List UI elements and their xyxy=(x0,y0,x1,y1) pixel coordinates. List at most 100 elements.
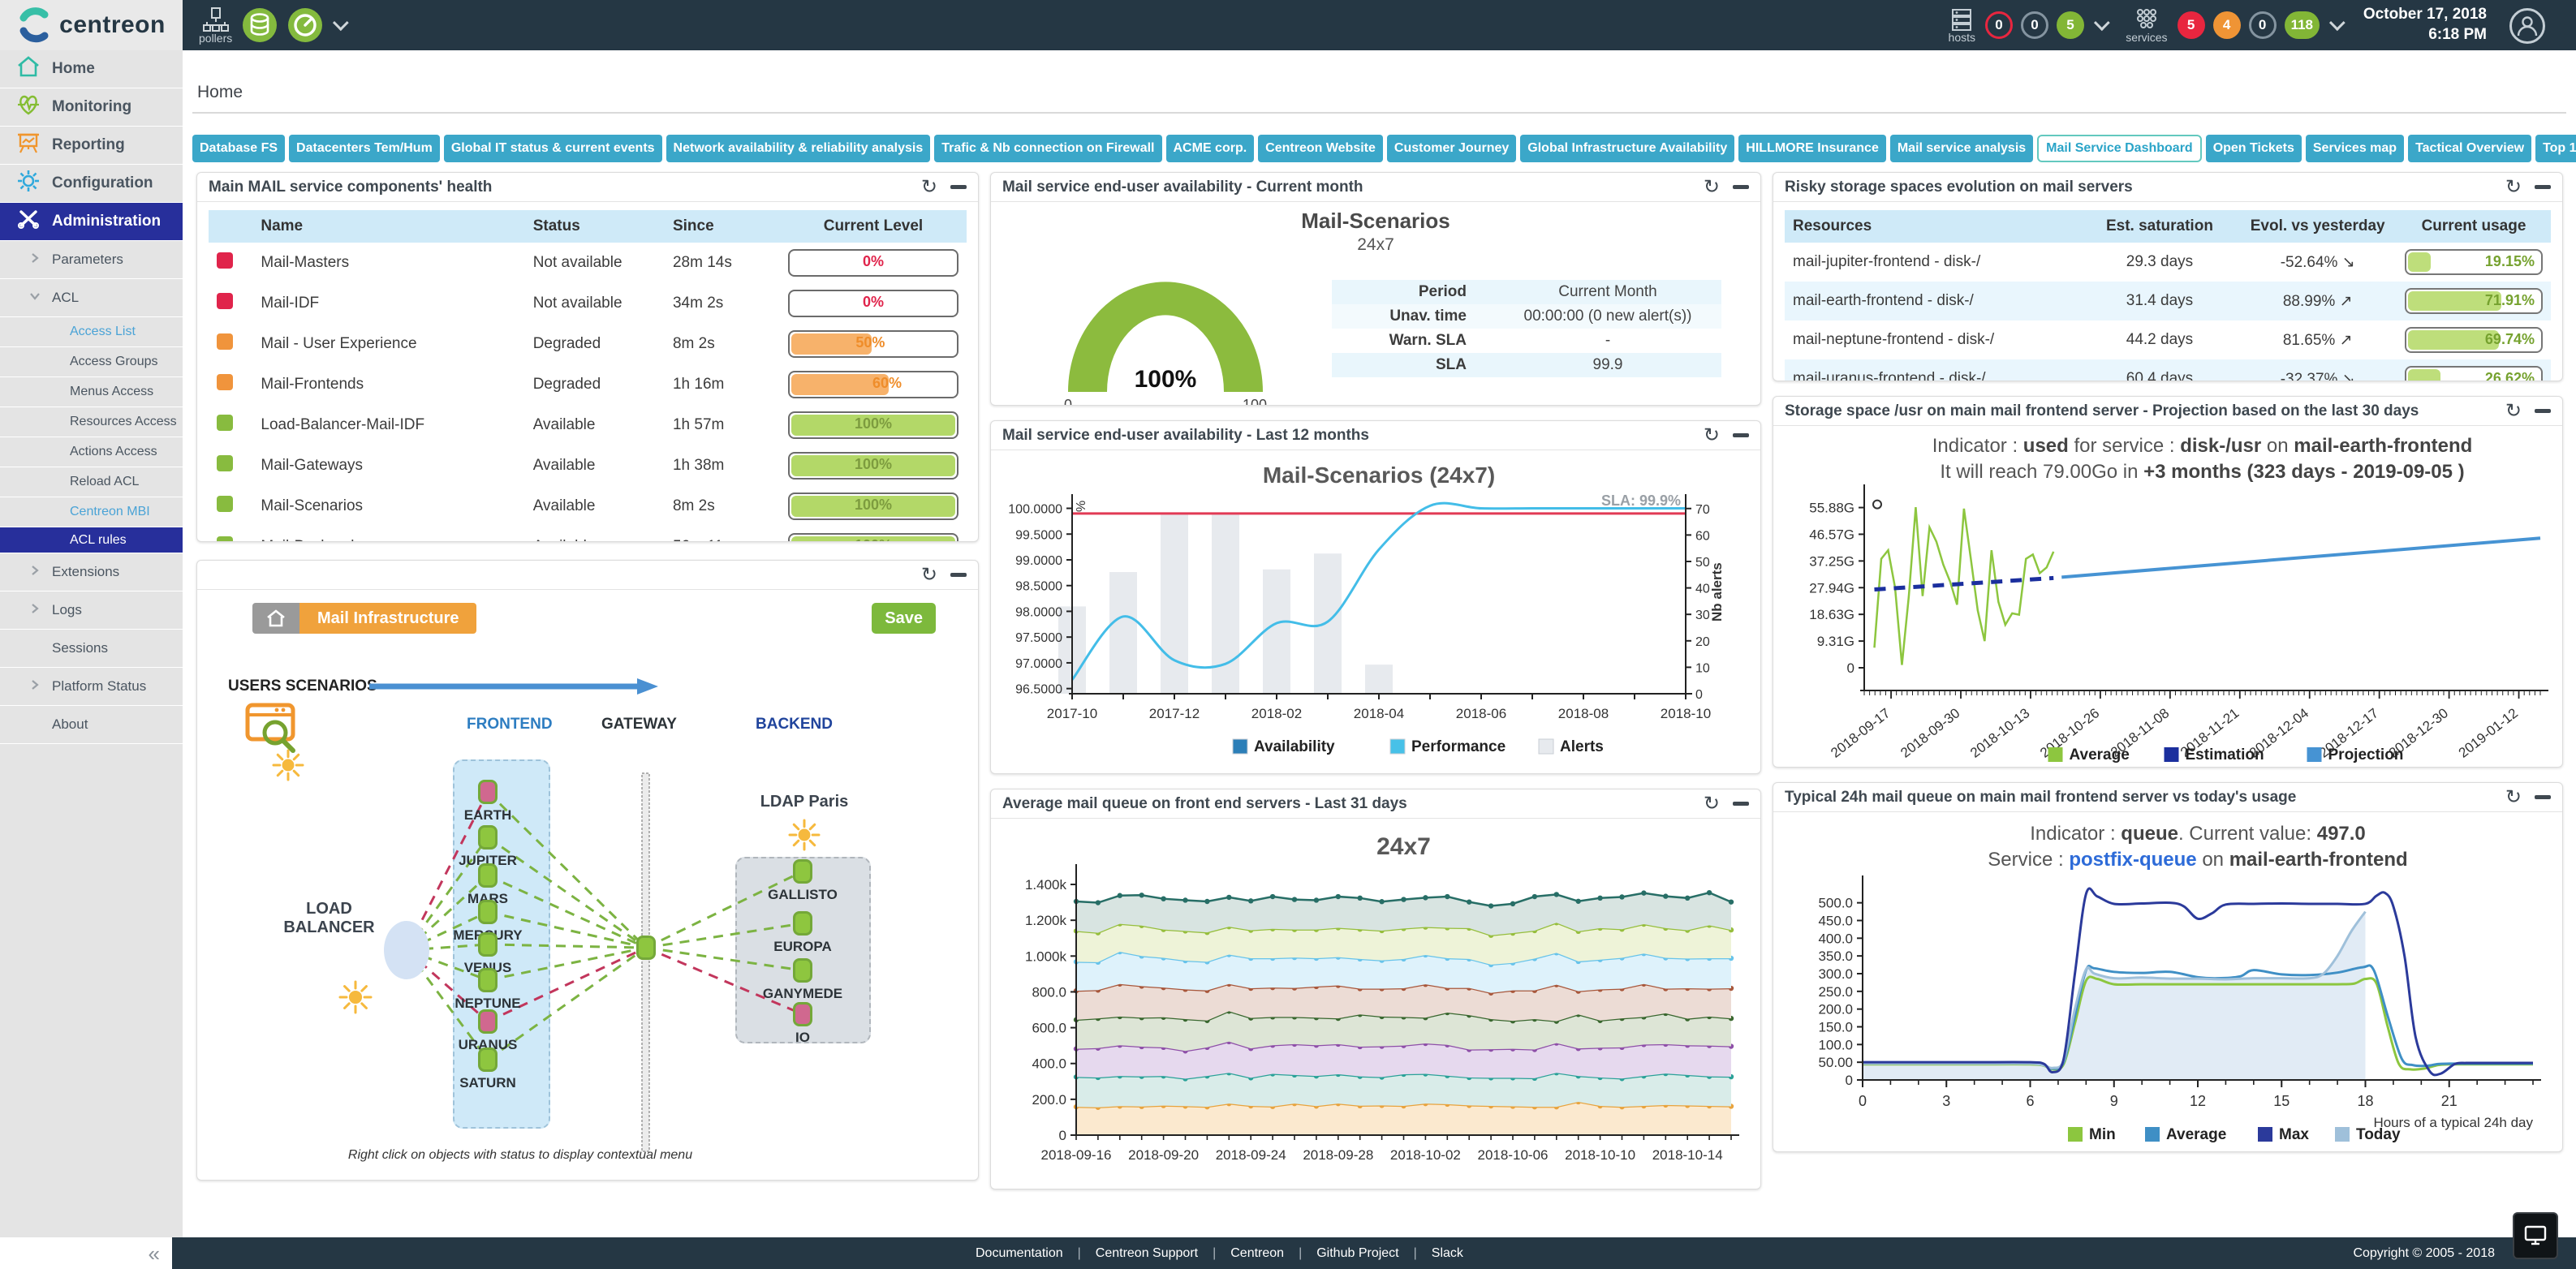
table-row[interactable]: Mail-BackendsAvailable56m 11s100% xyxy=(209,527,967,542)
save-button[interactable]: Save xyxy=(872,603,936,634)
sidebar-item-parameters[interactable]: Parameters xyxy=(0,241,183,279)
chevron-down-icon[interactable] xyxy=(2094,15,2110,31)
node-gallisto[interactable] xyxy=(793,859,812,884)
refresh-icon[interactable]: ↻ xyxy=(1704,794,1720,814)
sidebar-item-access-list[interactable]: Access List xyxy=(0,317,183,347)
sidebar-item-actions-access[interactable]: Actions Access xyxy=(0,437,183,467)
load-balancer-node[interactable] xyxy=(384,921,429,979)
node-jupiter[interactable] xyxy=(478,825,498,850)
tab-services-map[interactable]: Services map xyxy=(2306,135,2404,162)
refresh-icon[interactable]: ↻ xyxy=(1704,426,1720,445)
sidebar-item-sessions[interactable]: Sessions xyxy=(0,630,183,668)
pollers-item[interactable]: pollers xyxy=(199,7,232,44)
node-io[interactable] xyxy=(793,1002,812,1026)
refresh-icon[interactable]: ↻ xyxy=(2505,178,2522,197)
table-row[interactable]: Mail-ScenariosAvailable8m 2s100% xyxy=(209,486,967,527)
table-row[interactable]: mail-earth-frontend - disk-/31.4 days88.… xyxy=(1785,282,2551,320)
table-row[interactable]: mail-jupiter-frontend - disk-/29.3 days-… xyxy=(1785,243,2551,282)
node-uranus[interactable] xyxy=(478,1009,498,1034)
tab-hillmore-insurance[interactable]: HILLMORE Insurance xyxy=(1738,135,1886,162)
table-row[interactable]: Mail - User ExperienceDegraded8m 2s50% xyxy=(209,324,967,364)
sidebar-item-home[interactable]: Home xyxy=(0,50,183,88)
breadcrumb[interactable]: Home xyxy=(197,83,243,102)
sidebar-item-acl[interactable]: ACL xyxy=(0,279,183,317)
user-avatar[interactable] xyxy=(2509,8,2545,44)
table-row[interactable]: Mail-IDFNot available34m 2s0% xyxy=(209,283,967,324)
sidebar-item-about[interactable]: About xyxy=(0,706,183,744)
footer-link-centreon-support[interactable]: Centreon Support xyxy=(1096,1246,1198,1261)
database-status-icon[interactable] xyxy=(242,7,278,43)
refresh-icon[interactable]: ↻ xyxy=(2505,402,2522,421)
services-badge-3[interactable]: 118 xyxy=(2285,11,2320,39)
footer-link-centreon[interactable]: Centreon xyxy=(1230,1246,1284,1261)
node-earth[interactable] xyxy=(478,780,498,804)
fullscreen-icon[interactable] xyxy=(2513,1212,2558,1259)
refresh-icon[interactable]: ↻ xyxy=(2505,788,2522,807)
sidebar-item-acl-rules[interactable]: ACL rules xyxy=(0,527,183,553)
hosts-badge-0[interactable]: 0 xyxy=(1985,11,2013,39)
services-badge-2[interactable]: 0 xyxy=(2249,11,2277,39)
tab-acme-corp-[interactable]: ACME corp. xyxy=(1166,135,1255,162)
minimize-icon[interactable] xyxy=(2535,795,2551,799)
node-[interactable] xyxy=(636,936,656,960)
node-neptune[interactable] xyxy=(478,968,498,992)
minimize-icon[interactable] xyxy=(1733,433,1749,437)
node-venus[interactable] xyxy=(478,932,498,957)
services-status-group[interactable]: services 540118 xyxy=(2126,0,2341,50)
footer-link-documentation[interactable]: Documentation xyxy=(976,1246,1063,1261)
sidebar-item-menus-access[interactable]: Menus Access xyxy=(0,377,183,407)
sidebar-item-reporting[interactable]: Reporting xyxy=(0,127,183,165)
refresh-icon[interactable]: ↻ xyxy=(921,566,937,585)
table-row[interactable]: Mail-FrontendsDegraded1h 16m60% xyxy=(209,364,967,405)
node-saturn[interactable] xyxy=(478,1047,498,1072)
table-row[interactable]: mail-neptune-frontend - disk-/44.2 days8… xyxy=(1785,320,2551,359)
node-mercury[interactable] xyxy=(478,900,498,924)
sidebar-item-platform-status[interactable]: Platform Status xyxy=(0,668,183,706)
hosts-status-group[interactable]: hosts 005 xyxy=(1949,0,2105,50)
tab-mail-service-analysis[interactable]: Mail service analysis xyxy=(1890,135,2033,162)
footer-link-github-project[interactable]: Github Project xyxy=(1316,1246,1398,1261)
sidebar-item-reload-acl[interactable]: Reload ACL xyxy=(0,467,183,497)
tab-global-infrastructure-availability[interactable]: Global Infrastructure Availability xyxy=(1520,135,1734,162)
minimize-icon[interactable] xyxy=(2535,409,2551,413)
infrastructure-breadcrumb[interactable]: Mail Infrastructure xyxy=(252,603,476,634)
sidebar-item-access-groups[interactable]: Access Groups xyxy=(0,347,183,377)
minimize-icon[interactable] xyxy=(1733,802,1749,806)
sidebar-item-configuration[interactable]: Configuration xyxy=(0,165,183,203)
minimize-icon[interactable] xyxy=(2535,185,2551,189)
sidebar-item-administration[interactable]: Administration xyxy=(0,203,183,241)
sidebar-item-logs[interactable]: Logs xyxy=(0,591,183,630)
table-row[interactable]: Mail-MastersNot available28m 14s0% xyxy=(209,243,967,283)
tab-centreon-website[interactable]: Centreon Website xyxy=(1258,135,1383,162)
centreon-logo[interactable]: centreon xyxy=(0,0,183,50)
sidebar-collapse-button[interactable]: « xyxy=(0,1237,183,1269)
tab-mail-service-dashboard[interactable]: Mail Service Dashboard xyxy=(2037,135,2202,162)
hosts-badge-2[interactable]: 5 xyxy=(2057,11,2084,39)
table-row[interactable]: mail-uranus-frontend - disk-/60.4 days-3… xyxy=(1785,359,2551,381)
footer-link-slack[interactable]: Slack xyxy=(1432,1246,1463,1261)
services-badge-0[interactable]: 5 xyxy=(2178,11,2205,39)
gauge-status-icon[interactable] xyxy=(287,7,323,43)
services-badge-1[interactable]: 4 xyxy=(2213,11,2241,39)
chevron-down-icon[interactable] xyxy=(333,15,349,31)
tab-database-fs[interactable]: Database FS xyxy=(192,135,285,162)
minimize-icon[interactable] xyxy=(1733,185,1749,189)
refresh-icon[interactable]: ↻ xyxy=(1704,178,1720,197)
node-mars[interactable] xyxy=(478,863,498,888)
sidebar-item-extensions[interactable]: Extensions xyxy=(0,553,183,591)
node-europa[interactable] xyxy=(793,911,812,936)
chevron-down-icon[interactable] xyxy=(2329,15,2346,31)
minimize-icon[interactable] xyxy=(950,185,967,189)
sidebar-item-monitoring[interactable]: Monitoring xyxy=(0,88,183,127)
sidebar-item-resources-access[interactable]: Resources Access xyxy=(0,407,183,437)
hosts-badge-1[interactable]: 0 xyxy=(2021,11,2048,39)
refresh-icon[interactable]: ↻ xyxy=(921,178,937,197)
tab-top-10[interactable]: Top 10 xyxy=(2535,135,2576,162)
tab-global-it-status-current-events[interactable]: Global IT status & current events xyxy=(444,135,662,162)
node-ganymede[interactable] xyxy=(793,958,812,983)
table-row[interactable]: Mail-GatewaysAvailable1h 38m100% xyxy=(209,445,967,486)
table-row[interactable]: Load-Balancer-Mail-IDFAvailable1h 57m100… xyxy=(209,405,967,445)
tab-datacenters-tem-hum[interactable]: Datacenters Tem/Hum xyxy=(289,135,440,162)
tab-open-tickets[interactable]: Open Tickets xyxy=(2206,135,2302,162)
tab-tactical-overview[interactable]: Tactical Overview xyxy=(2408,135,2531,162)
